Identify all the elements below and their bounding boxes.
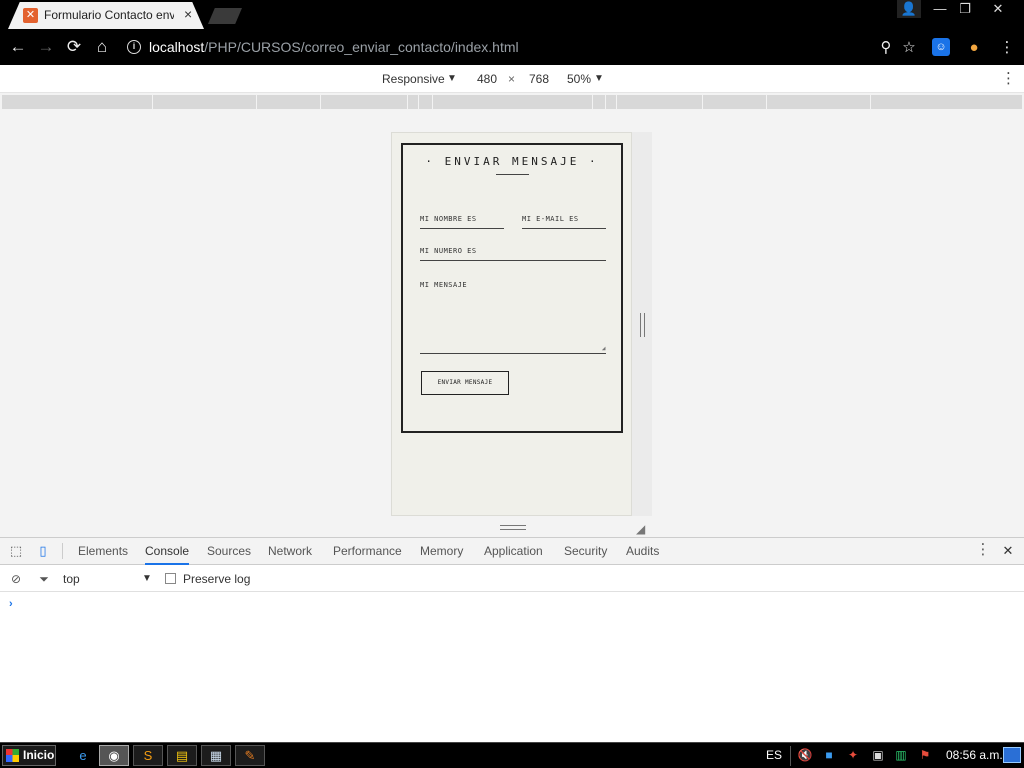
tray-app-icon[interactable]: ■ xyxy=(821,747,837,763)
internet-explorer-icon[interactable]: e xyxy=(68,745,98,766)
tab-memory[interactable]: Memory xyxy=(420,538,463,565)
resize-handle-bottom[interactable] xyxy=(500,525,526,530)
preserve-log-checkbox[interactable] xyxy=(165,573,176,584)
volume-muted-icon[interactable]: 🔇 xyxy=(797,747,813,763)
tray-app-icon[interactable]: ▥ xyxy=(893,747,909,763)
tab-network[interactable]: Network xyxy=(268,538,312,565)
browser-tab[interactable]: ✕ Formulario Contacto enviar × xyxy=(8,2,204,29)
resize-handle-corner[interactable]: ◢ xyxy=(636,522,645,536)
tab-security[interactable]: Security xyxy=(564,538,607,565)
extension-icon[interactable]: ☺ xyxy=(932,38,950,56)
dimension-separator: × xyxy=(508,72,516,86)
device-width-input[interactable]: 480 xyxy=(470,70,504,88)
home-icon[interactable]: ⌂ xyxy=(91,36,113,58)
emulated-device-screen: · ENVIAR MENSAJE · MI NOMBRE ES MI E-MAI… xyxy=(391,132,632,516)
new-tab-button[interactable] xyxy=(208,8,242,24)
message-placeholder: MI MENSAJE xyxy=(420,281,468,289)
url-path: /PHP/CURSOS/correo_enviar_contacto/index… xyxy=(204,39,519,55)
windows-taskbar: Inicio e ◉ S ▤ ▦ ✎ ES 🔇 ■ ✦ ▣ ▥ ⚑ 08:56 … xyxy=(0,742,1024,768)
title-underline xyxy=(496,174,529,175)
minimize-button[interactable]: — xyxy=(930,0,950,18)
start-button[interactable]: Inicio xyxy=(2,745,56,766)
bookmark-star-icon[interactable]: ☆ xyxy=(899,38,919,58)
chevron-down-icon[interactable]: ▼ xyxy=(142,573,152,584)
devtools-menu-icon[interactable]: ⋮ xyxy=(975,542,991,558)
inspect-element-icon[interactable]: ⬚ xyxy=(8,543,24,559)
phone-field[interactable]: MI NUMERO ES xyxy=(420,247,606,261)
devtools-tab-bar: ⬚ ▯ Elements Console Sources Network Per… xyxy=(0,538,1024,565)
device-zoom-select[interactable]: 50% xyxy=(567,72,591,86)
contact-form: · ENVIAR MENSAJE · MI NOMBRE ES MI E-MAI… xyxy=(401,143,623,433)
devtools-close-icon[interactable]: ✕ xyxy=(1000,543,1016,559)
show-desktop-button[interactable] xyxy=(1003,747,1021,763)
device-toggle-icon[interactable]: ▯ xyxy=(35,543,51,559)
zoom-icon[interactable]: ⚲ xyxy=(876,38,896,58)
more-options-icon[interactable]: ⋮ xyxy=(1001,69,1016,87)
device-height-input[interactable]: 768 xyxy=(522,70,556,88)
form-title: · ENVIAR MENSAJE · xyxy=(425,155,599,168)
tab-console[interactable]: Console xyxy=(145,538,190,565)
tab-application[interactable]: Application xyxy=(484,538,543,565)
resize-handle-right[interactable] xyxy=(640,313,645,337)
chevron-down-icon[interactable]: ▼ xyxy=(447,73,457,84)
tab-close-icon[interactable]: × xyxy=(184,6,192,22)
tray-app-icon[interactable]: ✦ xyxy=(845,747,861,763)
profile-icon[interactable]: 👤 xyxy=(897,0,921,18)
context-select[interactable]: top xyxy=(63,572,80,586)
tab-elements[interactable]: Elements xyxy=(78,538,128,565)
browser-toolbar: ← → ⟳ ⌂ i localhost/PHP/CURSOS/correo_en… xyxy=(0,29,1024,65)
windows-logo-icon xyxy=(6,749,19,762)
maximize-button[interactable]: ❐ xyxy=(955,0,975,18)
clear-console-icon[interactable]: ⊘ xyxy=(8,571,24,587)
tab-performance[interactable]: Performance xyxy=(333,538,402,565)
url-host: localhost xyxy=(149,39,205,55)
sublime-text-icon[interactable]: S xyxy=(133,745,163,766)
send-message-button[interactable]: ENVIAR MENSAJE xyxy=(421,371,509,395)
console-prompt-icon[interactable]: › xyxy=(9,598,13,610)
chevron-down-icon[interactable]: ▼ xyxy=(594,73,604,84)
back-arrow-icon[interactable]: ← xyxy=(7,36,29,58)
chrome-icon[interactable]: ◉ xyxy=(99,745,129,766)
network-icon[interactable]: ▣ xyxy=(870,747,886,763)
reload-icon[interactable]: ⟳ xyxy=(63,36,85,58)
filter-icon[interactable]: ⏷ xyxy=(36,571,52,587)
forward-arrow-icon[interactable]: → xyxy=(35,36,57,58)
email-field[interactable]: MI E-MAIL ES xyxy=(522,215,606,229)
extension-icon-2[interactable]: ● xyxy=(964,38,984,58)
xampp-icon: ✕ xyxy=(23,8,38,23)
address-bar[interactable]: localhost/PHP/CURSOS/correo_enviar_conta… xyxy=(149,39,519,55)
console-toolbar: ⊘ ⏷ top ▼ Preserve log xyxy=(0,566,1024,592)
taskbar-clock[interactable]: 08:56 a.m. xyxy=(946,748,1003,762)
close-window-button[interactable]: ✕ xyxy=(983,0,1013,18)
page-viewport: Responsive ▼ 480 × 768 50% ▼ ⋮ ◢ · ENVIA… xyxy=(0,65,1024,537)
media-query-bar[interactable] xyxy=(2,95,1022,109)
tab-sources[interactable]: Sources xyxy=(207,538,251,565)
tab-strip: ✕ Formulario Contacto enviar × 👤 — ❐ ✕ xyxy=(0,0,1024,29)
device-toolbar: Responsive ▼ 480 × 768 50% ▼ ⋮ xyxy=(0,65,1024,93)
divider xyxy=(62,543,63,559)
textarea-resize-icon[interactable]: ◢ xyxy=(602,345,606,352)
action-center-icon[interactable]: ⚑ xyxy=(917,747,933,763)
device-mode-select[interactable]: Responsive xyxy=(382,72,445,86)
message-textarea[interactable]: MI MENSAJE ◢ xyxy=(420,281,606,354)
paint-icon[interactable]: ✎ xyxy=(235,745,265,766)
start-label: Inicio xyxy=(23,748,55,762)
preserve-log-label: Preserve log xyxy=(183,572,251,586)
file-explorer-icon[interactable]: ▤ xyxy=(167,745,197,766)
notepad-icon[interactable]: ▦ xyxy=(201,745,231,766)
site-info-icon[interactable]: i xyxy=(127,40,141,54)
browser-menu-icon[interactable]: ⋮ xyxy=(997,38,1017,58)
tab-audits[interactable]: Audits xyxy=(626,538,659,565)
devtools-panel: ⬚ ▯ Elements Console Sources Network Per… xyxy=(0,537,1024,742)
name-field[interactable]: MI NOMBRE ES xyxy=(420,215,504,229)
tab-title: Formulario Contacto enviar xyxy=(44,8,174,22)
language-indicator[interactable]: ES xyxy=(766,748,782,762)
divider xyxy=(790,746,791,766)
